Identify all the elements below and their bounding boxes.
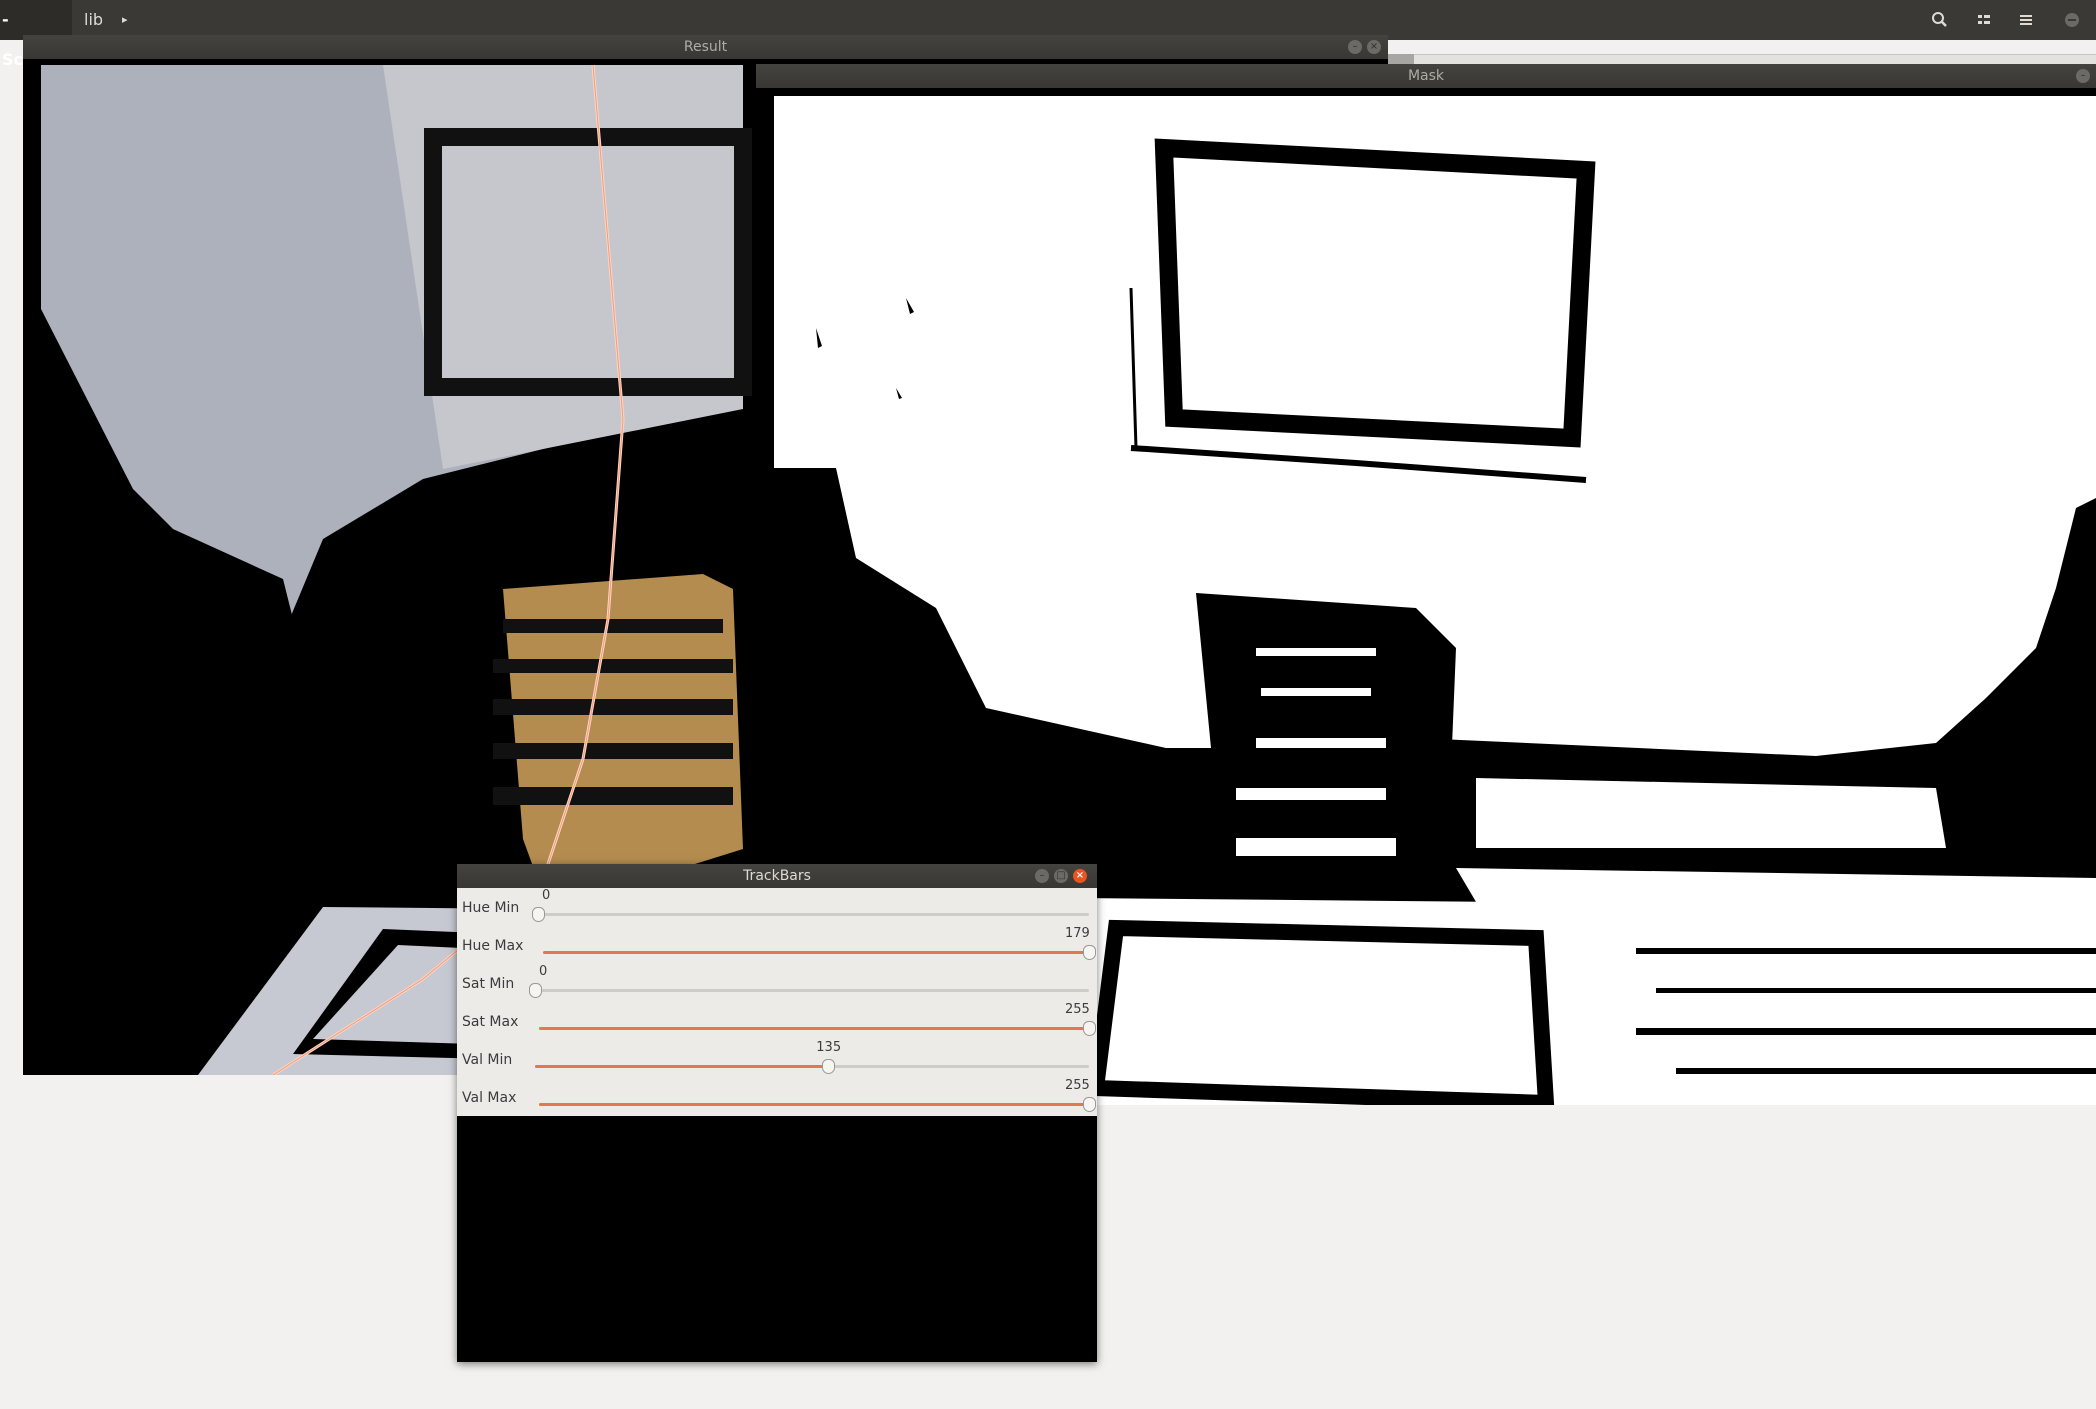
mask-title: Mask — [1407, 68, 1445, 84]
trackbars-titlebar[interactable]: TrackBars – □ × — [457, 864, 1097, 888]
trackbar-track[interactable] — [543, 951, 1089, 954]
result-titlebar[interactable]: Result – × — [23, 35, 1388, 59]
trackbar-handle[interactable] — [1083, 1021, 1096, 1036]
trackbar-track[interactable] — [539, 1103, 1089, 1106]
trackbar-handle[interactable] — [822, 1059, 836, 1074]
trackbar-fill — [539, 1103, 1089, 1106]
breadcrumb-next-arrow[interactable]: ▸ — [122, 0, 128, 40]
minimize-button[interactable]: – — [1035, 869, 1049, 883]
trackbars-window: TrackBars – □ × Hue Min 0 Hue Max 179 Sat Mi… — [457, 864, 1097, 1362]
window-minimize-icon[interactable] — [2058, 6, 2086, 34]
breadcrumb-scanner[interactable]: -Scanner — [0, 0, 75, 69]
trackbar-row: Val Max 255 — [457, 1078, 1097, 1116]
trackbar-track[interactable] — [538, 913, 1089, 916]
minimize-button[interactable]: – — [2076, 69, 2090, 83]
trackbar-track[interactable] — [535, 989, 1089, 992]
trackbar-handle[interactable] — [1083, 1097, 1096, 1112]
trackbar-fill — [543, 951, 1089, 954]
trackbars-title: TrackBars — [743, 868, 811, 884]
trackbar-row: Val Min 135 — [457, 1040, 1097, 1078]
trackbar-row: Sat Min 0 — [457, 964, 1097, 1002]
trackbar-label: Val Max — [462, 1090, 517, 1106]
trackbar-value: 0 — [539, 964, 548, 979]
trackbar-value: 255 — [1065, 1002, 1090, 1017]
trackbar-handle[interactable] — [532, 907, 545, 922]
result-title: Result — [683, 39, 728, 55]
minimize-button[interactable]: – — [1348, 40, 1362, 54]
trackbar-row: Hue Max 179 — [457, 926, 1097, 964]
top-bar: -Scanner lib ▸ — [0, 0, 2096, 69]
trackbar-row: Sat Max 255 — [457, 1002, 1097, 1040]
breadcrumb-lib[interactable]: lib — [84, 0, 103, 40]
trackbar-panel: Hue Min 0 Hue Max 179 Sat Min 0 Sat Max 255 Val … — [457, 888, 1097, 1116]
search-icon[interactable] — [1926, 6, 1954, 34]
trackbar-fill — [539, 1027, 1089, 1030]
trackbar-value: 179 — [1065, 926, 1090, 941]
close-button[interactable]: × — [1073, 869, 1087, 883]
trackbar-handle[interactable] — [1083, 945, 1096, 960]
hamburger-menu-icon[interactable] — [2012, 6, 2040, 34]
trackbar-track[interactable] — [535, 1065, 1089, 1068]
trackbar-value: 0 — [542, 888, 551, 903]
trackbar-label: Sat Min — [462, 976, 515, 992]
trackbar-label: Hue Max — [462, 938, 524, 954]
close-button[interactable]: × — [1367, 40, 1381, 54]
trackbar-row: Hue Min 0 — [457, 888, 1097, 926]
mask-titlebar[interactable]: Mask – — [756, 64, 2096, 88]
maximize-button[interactable]: □ — [1054, 869, 1068, 883]
trackbar-track[interactable] — [539, 1027, 1089, 1030]
view-toggle-icon[interactable] — [1970, 6, 1998, 34]
trackbar-value: 135 — [816, 1040, 842, 1055]
trackbar-label: Sat Max — [462, 1014, 519, 1030]
trackbar-fill — [535, 1065, 829, 1068]
background-tab — [1384, 54, 1414, 64]
trackbar-label: Val Min — [462, 1052, 513, 1068]
trackbar-value: 255 — [1065, 1078, 1090, 1093]
trackbar-handle[interactable] — [529, 983, 542, 998]
trackbar-label: Hue Min — [462, 900, 520, 916]
trackbars-empty-canvas — [457, 1116, 1097, 1362]
